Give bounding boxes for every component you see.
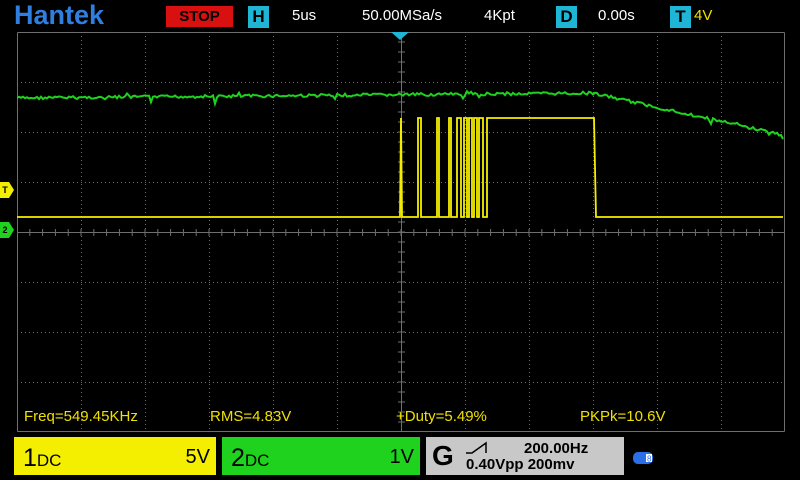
channel1-label: 1DC <box>23 444 62 472</box>
generator-amplitude: 0.40Vpp 200mv <box>466 456 575 473</box>
delay-value: 0.00s <box>598 7 635 24</box>
horizontal-badge[interactable]: H <box>248 6 269 28</box>
ramp-wave-icon <box>466 441 487 454</box>
channel2-settings[interactable]: 2DC 1V <box>222 437 420 475</box>
measurement-duty: +Duty=5.49% <box>396 408 487 425</box>
sample-rate-value: 50.00MSa/s <box>362 7 443 24</box>
generator-settings[interactable]: G 200.00Hz 0.40Vpp 200mv <box>426 437 624 475</box>
waveform-display[interactable] <box>17 32 785 432</box>
memory-depth-value: 4Kpt <box>484 7 515 24</box>
measurement-rms: RMS=4.83V <box>210 408 292 425</box>
measurement-freq: Freq=549.45KHz <box>24 408 138 425</box>
graticule-grid <box>17 32 785 432</box>
trigger-marker-label: T <box>2 185 8 195</box>
ch1-waveform <box>17 117 783 218</box>
top-status-bar: Hantek STOP H 5us 50.00MSa/s 4Kpt D 0.00… <box>0 0 800 32</box>
generator-label: G <box>432 440 454 471</box>
channel2-scale: 1V <box>389 446 414 468</box>
generator-frequency: 200.00Hz <box>524 440 589 457</box>
delay-badge[interactable]: D <box>556 6 577 28</box>
channel2-label: 2DC <box>231 444 270 472</box>
trigger-badge[interactable]: T <box>670 6 691 28</box>
ch2-marker-label: 2 <box>2 225 8 235</box>
measurement-pkpk: PKPk=10.6V <box>580 408 666 425</box>
timebase-value: 5us <box>292 7 317 24</box>
trigger-level-value: 4V <box>694 7 713 24</box>
channel1-settings[interactable]: 1DC 5V <box>14 437 216 475</box>
run-stop-button[interactable]: STOP <box>166 6 233 27</box>
trigger-position-icon[interactable] <box>391 32 409 40</box>
battery-icon: 8 <box>633 452 653 464</box>
svg-text:8: 8 <box>647 455 652 464</box>
channel1-scale: 5V <box>185 446 210 468</box>
brand-logo: Hantek <box>14 0 105 30</box>
